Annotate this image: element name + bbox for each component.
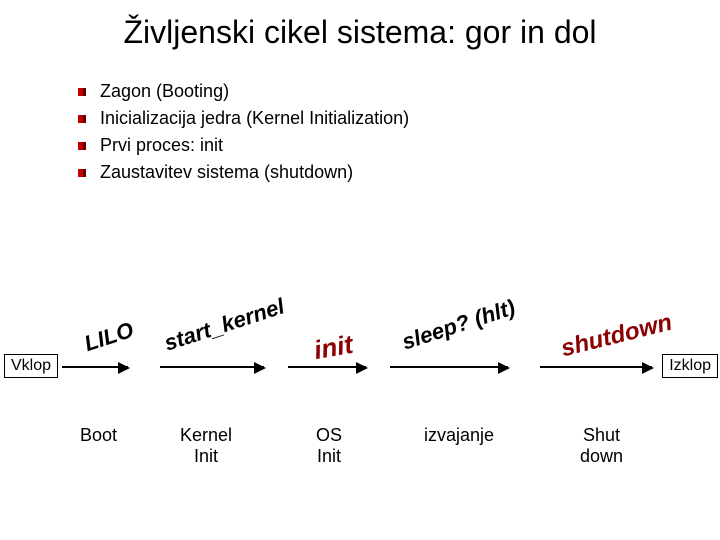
bullet-icon [78,88,86,96]
phase-running: izvajanje [424,425,494,446]
arrow-label-lilo: LILO [81,317,137,357]
bullet-text: Zagon (Booting) [100,81,229,102]
start-box: Vklop [4,354,58,378]
phase-boot: Boot [80,425,117,446]
lifecycle-diagram: Vklop Izklop LILO start_kernel init slee… [0,300,720,530]
slide-title: Življenski cikel sistema: gor in dol [0,0,720,51]
arrow-icon [160,366,264,368]
bullet-icon [78,169,86,177]
arrow-icon [62,366,128,368]
phase-shutdown: Shut down [580,425,623,466]
bullet-icon [78,142,86,150]
bullet-text: Zaustavitev sistema (shutdown) [100,162,353,183]
bullet-item: Zagon (Booting) [78,81,720,102]
bullet-item: Zaustavitev sistema (shutdown) [78,162,720,183]
arrow-label-sleep: sleep? (hlt) [399,295,519,356]
arrow-icon [390,366,508,368]
phase-kernel-init: Kernel Init [180,425,232,466]
end-box: Izklop [662,354,718,378]
arrow-label-start-kernel: start_kernel [161,293,288,356]
bullet-item: Inicializacija jedra (Kernel Initializat… [78,108,720,129]
bullet-icon [78,115,86,123]
arrow-label-shutdown: shutdown [558,309,675,364]
bullet-item: Prvi proces: init [78,135,720,156]
bullet-text: Prvi proces: init [100,135,223,156]
bullet-text: Inicializacija jedra (Kernel Initializat… [100,108,409,129]
phase-os-init: OS Init [316,425,342,466]
bullet-list: Zagon (Booting) Inicializacija jedra (Ke… [78,81,720,183]
arrow-icon [540,366,652,368]
arrow-icon [288,366,366,368]
arrow-label-init: init [312,329,356,366]
